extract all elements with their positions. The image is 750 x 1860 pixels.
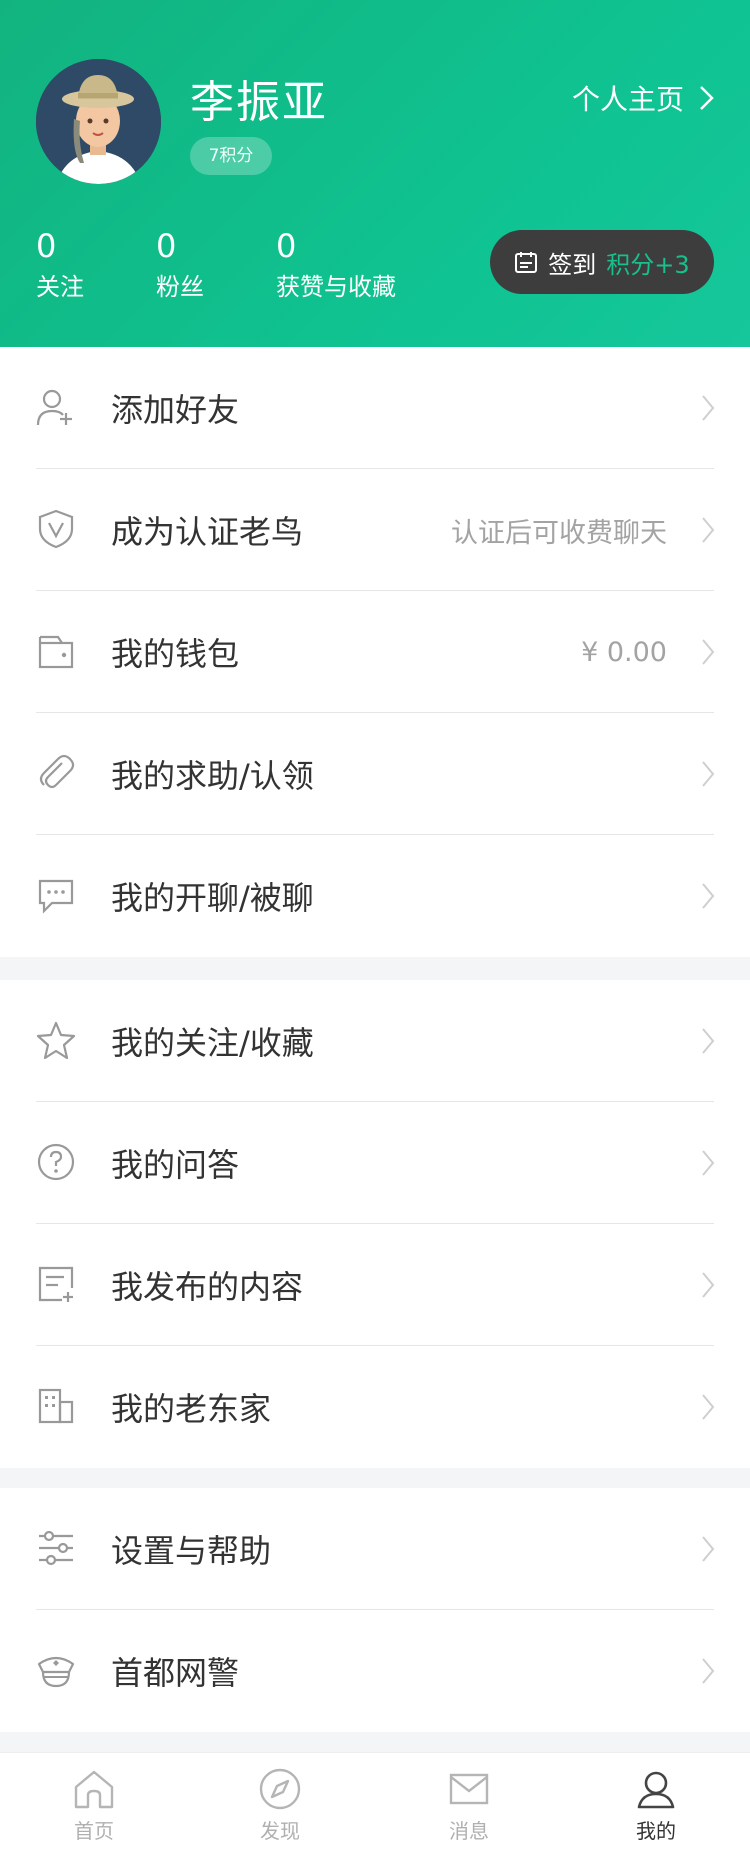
chevron-right-icon [702,761,715,787]
stat-count: 0 [156,227,177,265]
wallet-icon [38,635,74,669]
menu-item-add-friend[interactable]: 添加好友 [0,347,750,469]
chevron-right-icon [702,883,715,909]
tab-messages[interactable]: 消息 [409,1753,529,1860]
user-name: 李振亚 [190,77,328,128]
stat-count: 0 [276,227,297,265]
checkin-label: 签到 [548,250,597,279]
menu-item-label: 成为认证老鸟 [111,513,304,551]
menu-item-label: 我的问答 [111,1146,240,1184]
menu-section-3: 设置与帮助 首都网警 [0,1488,750,1732]
chevron-right-icon [702,1394,715,1420]
checkin-reward: 积分+3 [606,250,690,279]
menu-item-settings-help[interactable]: 设置与帮助 [0,1488,750,1610]
user-icon [637,1771,675,1809]
chevron-right-icon [702,1150,715,1176]
chevron-right-icon [702,395,715,421]
menu-item-label: 添加好友 [111,391,240,429]
menu-item-qa[interactable]: 我的问答 [0,1102,750,1224]
tab-label: 我的 [636,1819,676,1843]
checkin-button[interactable]: 签到 积分+3 [490,230,714,294]
avatar[interactable] [36,59,161,184]
stat-count: 0 [36,227,57,265]
compass-icon [259,1768,301,1810]
stat-label: 粉丝 [156,273,204,301]
calendar-icon [515,252,538,273]
chevron-right-icon [702,1658,715,1684]
profile-header: 李振亚 7积分 个人主页 0 关注 0 粉丝 0 获赞与收藏 签到 积分+3 [0,0,750,347]
menu-item-follows-favorites[interactable]: 我的关注/收藏 [0,980,750,1102]
verified-shield-icon [38,509,74,549]
paperclip-icon [39,754,75,789]
tab-me[interactable]: 我的 [596,1753,716,1860]
bottom-tab-bar: 首页 发现 消息 我的 [0,1752,750,1860]
building-icon [38,1388,74,1424]
menu-section-1: 添加好友 成为认证老鸟 认证后可收费聊天 我的钱包 ¥ 0.00 我的求助/认领… [0,347,750,957]
menu-item-label: 设置与帮助 [111,1532,272,1570]
wallet-balance: ¥ 0.00 [581,636,667,668]
police-cap-icon [37,1656,75,1688]
home-icon [74,1770,114,1809]
menu-item-former-employer[interactable]: 我的老东家 [0,1346,750,1468]
chevron-right-icon [700,86,714,110]
menu-item-label: 我的老东家 [111,1390,272,1428]
question-icon [37,1143,75,1181]
chevron-right-icon [702,1536,715,1562]
tab-home[interactable]: 首页 [34,1753,154,1860]
menu-item-become-verified[interactable]: 成为认证老鸟 认证后可收费聊天 [0,469,750,591]
menu-item-label: 我的求助/认领 [111,757,314,795]
menu-item-label: 首都网警 [111,1654,240,1692]
menu-item-wallet[interactable]: 我的钱包 ¥ 0.00 [0,591,750,713]
tab-label: 首页 [74,1819,114,1843]
add-user-icon [36,389,72,426]
star-icon [36,1021,76,1060]
homepage-link-label: 个人主页 [571,83,684,116]
chevron-right-icon [702,639,715,665]
profile-page: 李振亚 7积分 个人主页 0 关注 0 粉丝 0 获赞与收藏 签到 积分+3 添… [0,0,750,1860]
menu-item-label: 我的钱包 [111,635,240,673]
stat-label: 关注 [36,273,84,301]
chevron-right-icon [702,517,715,543]
menu-item-my-posts[interactable]: 我发布的内容 [0,1224,750,1346]
menu-item-chats[interactable]: 我的开聊/被聊 [0,835,750,957]
mail-icon [449,1773,489,1805]
chevron-right-icon [702,1272,715,1298]
points-badge[interactable]: 7积分 [190,137,272,175]
menu-item-hint: 认证后可收费聊天 [451,517,667,549]
document-add-icon [38,1266,74,1302]
stat-label: 获赞与收藏 [276,273,396,301]
menu-item-help-claims[interactable]: 我的求助/认领 [0,713,750,835]
homepage-link[interactable]: 个人主页 [572,76,716,120]
menu-item-label: 我的关注/收藏 [111,1024,314,1062]
chat-bubble-icon [38,879,74,914]
avatar-image [36,59,161,184]
menu-item-label: 我发布的内容 [111,1268,304,1306]
menu-section-2: 我的关注/收藏 我的问答 我发布的内容 我的老东家 [0,980,750,1468]
stat-followers[interactable]: 0 粉丝 [156,228,204,304]
menu-item-cyber-police[interactable]: 首都网警 [0,1610,750,1732]
tab-label: 消息 [449,1819,489,1843]
menu-item-label: 我的开聊/被聊 [111,879,314,917]
chevron-right-icon [702,1028,715,1054]
stat-following[interactable]: 0 关注 [36,228,84,304]
tab-label: 发现 [260,1819,300,1843]
stat-likes-favorites[interactable]: 0 获赞与收藏 [276,228,396,304]
tab-discover[interactable]: 发现 [220,1753,340,1860]
sliders-icon [39,1530,73,1566]
